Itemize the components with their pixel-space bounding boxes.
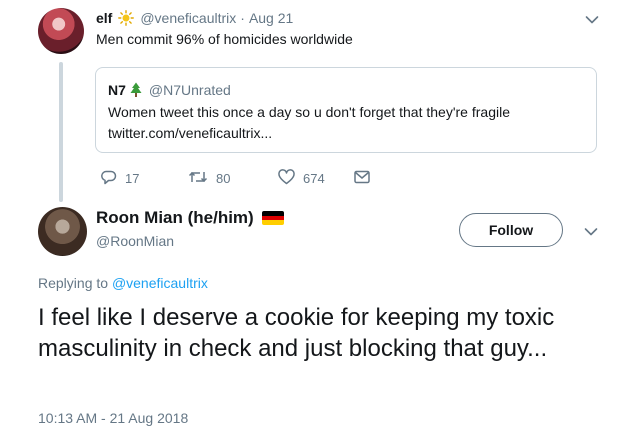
parent-tweet-action-bar: 17 80 674 (100, 168, 370, 188)
tree-emoji-icon (129, 82, 143, 98)
avatar-elf[interactable] (38, 8, 84, 54)
parent-author-handle[interactable]: @veneficaultrix (140, 10, 236, 26)
quoted-tweet-header: N7 @N7Unrated (108, 82, 231, 98)
retweet-button[interactable]: 80 (188, 169, 278, 188)
replying-to-line: Replying to @veneficaultrix (38, 275, 208, 291)
replying-to-label: Replying to (38, 275, 112, 291)
direct-message-button[interactable] (354, 170, 370, 187)
like-button[interactable]: 674 (278, 168, 354, 188)
replying-to-handle-link[interactable]: @veneficaultrix (112, 275, 208, 291)
main-author-name[interactable]: Roon Mian (he/him) (96, 208, 254, 228)
retweet-icon (188, 169, 208, 188)
reply-button[interactable]: 17 (100, 169, 188, 188)
quoted-tweet-card[interactable]: N7 @N7Unrated Women tweet this once a da… (95, 67, 597, 153)
sun-emoji-icon (118, 10, 135, 26)
reply-count: 17 (125, 170, 140, 186)
quoted-tweet-text: Women tweet this once a day so u don't f… (108, 104, 510, 120)
parent-tweet-text: Men commit 96% of homicides worldwide (96, 31, 353, 47)
quoted-tweet-link[interactable]: twitter.com/veneficaultrix... (108, 125, 272, 141)
parent-tweet-date[interactable]: Aug 21 (249, 10, 293, 26)
main-author-handle[interactable]: @RoonMian (96, 233, 174, 249)
separator-dot: · (240, 10, 245, 26)
germany-flag-icon (261, 211, 284, 225)
main-tweet-text: I feel like I deserve a cookie for keepi… (38, 304, 555, 362)
retweet-count: 80 (216, 170, 231, 186)
avatar-roon-mian[interactable] (38, 207, 87, 256)
main-tweet-author: Roon Mian (he/him) (96, 208, 284, 228)
parent-author-name[interactable]: elf (96, 10, 112, 26)
reply-icon (100, 169, 117, 188)
quoted-author-handle: @N7Unrated (148, 82, 231, 98)
main-tweet-timestamp[interactable]: 10:13 AM - 21 Aug 2018 (38, 410, 188, 426)
like-count: 674 (303, 170, 325, 186)
chevron-down-icon[interactable] (584, 224, 598, 242)
follow-button[interactable]: Follow (459, 213, 563, 247)
parent-tweet-header: elf @veneficaultrix · Aug 21 (96, 9, 293, 27)
chevron-down-icon[interactable] (585, 12, 599, 30)
quoted-author-name: N7 (108, 82, 126, 98)
message-icon (354, 170, 370, 187)
thread-connector-line (59, 62, 63, 202)
like-icon (278, 168, 295, 188)
